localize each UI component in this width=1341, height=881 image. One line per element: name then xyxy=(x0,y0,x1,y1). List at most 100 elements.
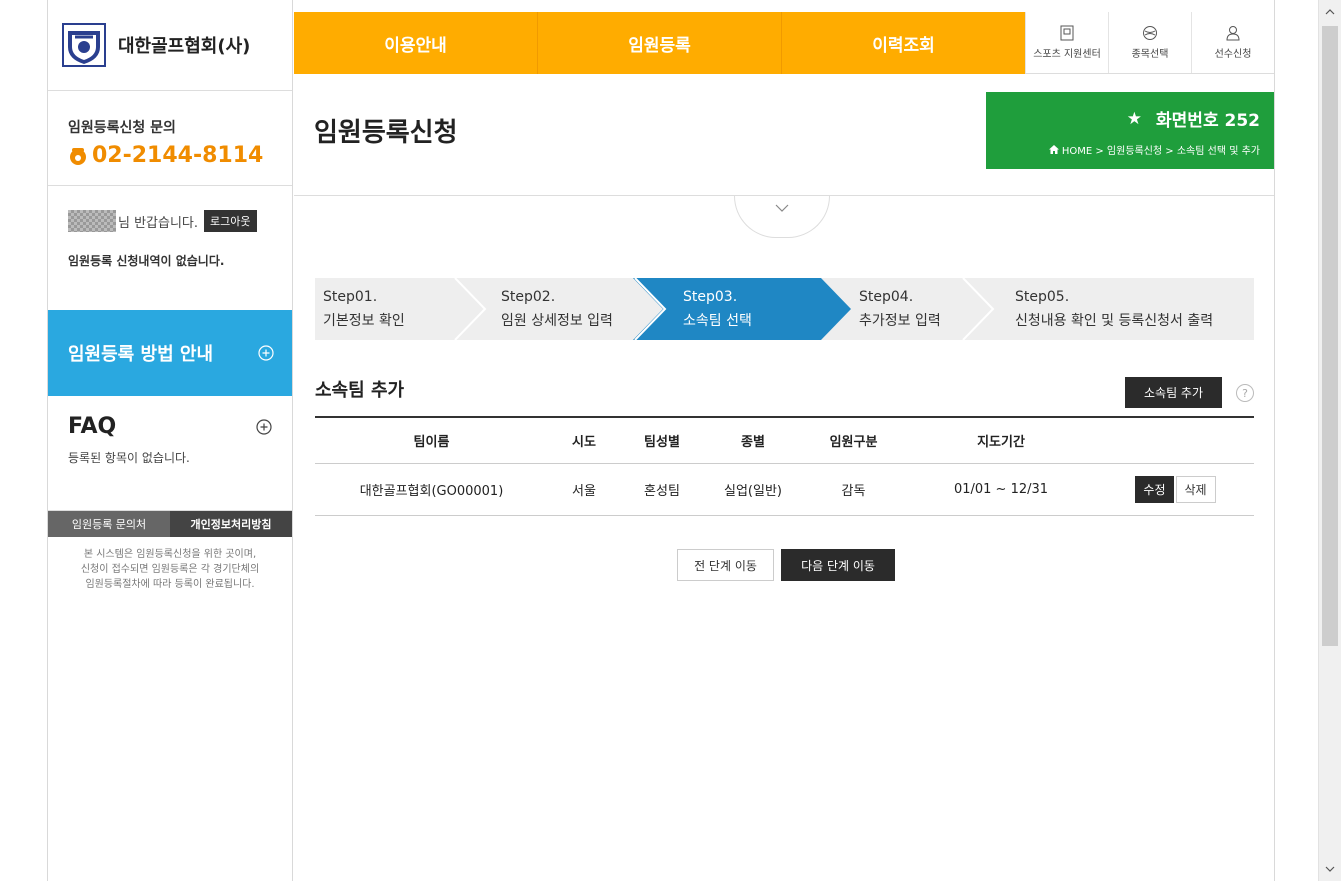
column-header: 지도기간 xyxy=(905,416,1097,464)
page-header: 임원등록신청 ★ 화면번호 252 HOME > 임원등록신청 > 소속팀 선택… xyxy=(294,74,1274,196)
user-greeting: 님 반갑습니다. 로그아웃 xyxy=(68,210,292,232)
notice-line: 신청이 접수되면 임원등록은 각 경기단체의 xyxy=(80,564,260,575)
plus-circle-icon xyxy=(258,345,274,361)
cell-team-gender: 혼성팀 xyxy=(620,463,704,516)
system-notice: 본 시스템은 임원등록신청을 위한 곳이며, 신청이 접수되면 임원등록은 각 … xyxy=(48,537,292,602)
screen-number-text: 화면번호 252 xyxy=(1156,111,1260,131)
ball-icon xyxy=(1143,26,1157,40)
step-number: Step05. xyxy=(1015,289,1070,305)
column-header: 임원구분 xyxy=(802,416,905,464)
greeting-text: 님 반갑습니다. xyxy=(118,215,199,231)
util-label: 종목선택 xyxy=(1131,49,1169,60)
utility-nav: 스포츠 지원센터 종목선택 선수신청 xyxy=(1025,12,1274,74)
screen-number: ★ 화면번호 252 xyxy=(1126,106,1260,132)
chevron-down-icon xyxy=(775,204,789,212)
step-label: 신청내용 확인 및 등록신청서 출력 xyxy=(1015,313,1214,329)
add-team-button[interactable]: 소속팀 추가 xyxy=(1125,377,1222,408)
prev-step-button[interactable]: 전 단계 이동 xyxy=(677,549,774,581)
chevron-down-icon xyxy=(1325,866,1335,872)
nav-item-history[interactable]: 이력조회 xyxy=(782,12,1025,74)
step-number: Step04. xyxy=(859,289,914,305)
contact-phone: 02-2144-8114 xyxy=(68,143,292,168)
step-number: Step01. xyxy=(323,289,378,305)
util-support-center[interactable]: 스포츠 지원센터 xyxy=(1025,12,1108,73)
faq-area: FAQ 등록된 항목이 없습니다. xyxy=(48,396,292,511)
guide-title: 임원등록 방법 안내 xyxy=(68,344,214,365)
chevron-up-icon xyxy=(1325,9,1335,15)
step-01: Step01. 기본정보 확인 xyxy=(323,285,405,333)
section-title: 소속팀 추가 xyxy=(315,380,405,401)
support-center-icon xyxy=(1060,25,1074,41)
nav-item-registration[interactable]: 임원등록 xyxy=(538,12,782,74)
header-collapse-toggle[interactable] xyxy=(734,196,830,238)
notice-line: 임원등록절차에 따라 등록이 완료됩니다. xyxy=(85,579,255,590)
home-icon xyxy=(1048,145,1059,154)
delete-button[interactable]: 삭제 xyxy=(1175,475,1216,503)
phone-icon xyxy=(70,147,86,165)
cell-category: 실업(일반) xyxy=(704,463,802,516)
breadcrumb-text: HOME > 임원등록신청 > 소속팀 선택 및 추가 xyxy=(1061,146,1260,157)
cell-region: 서울 xyxy=(548,463,620,516)
edit-button[interactable]: 수정 xyxy=(1135,475,1174,503)
cell-period: 01/01 ~ 12/31 xyxy=(905,463,1097,516)
table-header-row: 팀이름 시도 팀성별 종별 임원구분 지도기간 xyxy=(315,416,1254,464)
column-header: 팀이름 xyxy=(315,416,548,464)
step-02: Step02. 임원 상세정보 입력 xyxy=(501,285,613,333)
cell-team-name: 대한골프협회(GO00001) xyxy=(315,463,548,516)
contact-area: 임원등록신청 문의 02-2144-8114 xyxy=(48,91,292,186)
person-icon xyxy=(1226,26,1240,41)
column-header: 팀성별 xyxy=(620,416,704,464)
logout-button[interactable]: 로그아웃 xyxy=(204,210,257,232)
team-table: 팀이름 시도 팀성별 종별 임원구분 지도기간 대한골프협회(GO00001) … xyxy=(315,416,1254,516)
step-progress: Step01. 기본정보 확인 Step02. 임원 상세정보 입력 Step0… xyxy=(315,278,1254,340)
page-title: 임원등록신청 xyxy=(314,118,458,148)
util-sport-select[interactable]: 종목선택 xyxy=(1108,12,1191,73)
sidebar-tabs: 임원등록 문의처 개인정보처리방침 xyxy=(48,511,292,537)
main-nav: 이용안내 임원등록 이력조회 xyxy=(294,12,1025,74)
next-step-button[interactable]: 다음 단계 이동 xyxy=(781,549,895,581)
faq-title: FAQ xyxy=(68,414,117,439)
tab-privacy-policy[interactable]: 개인정보처리방침 xyxy=(170,511,292,537)
step-label: 기본정보 확인 xyxy=(323,313,405,329)
cell-actions: 수정 삭제 xyxy=(1097,463,1254,516)
notice-line: 본 시스템은 임원등록신청을 위한 곳이며, xyxy=(83,549,257,560)
no-history-text: 임원등록 신청내역이 없습니다. xyxy=(68,254,225,268)
step-label: 추가정보 입력 xyxy=(859,313,941,329)
contact-phone-number: 02-2144-8114 xyxy=(92,143,264,168)
scroll-thumb[interactable] xyxy=(1322,26,1338,646)
logo-area[interactable]: 대한골프협회(사) xyxy=(48,0,292,91)
screen-info-box: ★ 화면번호 252 HOME > 임원등록신청 > 소속팀 선택 및 추가 xyxy=(986,92,1274,169)
help-icon[interactable]: ? xyxy=(1236,384,1254,402)
step-03-active: Step03. 소속팀 선택 xyxy=(683,285,752,333)
step-label: 임원 상세정보 입력 xyxy=(501,313,613,329)
registration-guide-button[interactable]: 임원등록 방법 안내 xyxy=(48,310,292,396)
util-player-apply[interactable]: 선수신청 xyxy=(1191,12,1274,73)
step-label: 소속팀 선택 xyxy=(683,313,752,329)
faq-header: FAQ xyxy=(68,414,272,439)
page-right-border xyxy=(1274,0,1275,881)
scroll-up-button[interactable] xyxy=(1319,0,1341,24)
util-label: 스포츠 지원센터 xyxy=(1033,49,1101,60)
step-number: Step03. xyxy=(683,289,738,305)
nav-item-usage-guide[interactable]: 이용안내 xyxy=(294,12,538,74)
step-04: Step04. 추가정보 입력 xyxy=(859,285,941,333)
user-area: 님 반갑습니다. 로그아웃 임원등록 신청내역이 없습니다. xyxy=(48,186,292,310)
step-05: Step05. 신청내용 확인 및 등록신청서 출력 xyxy=(1015,285,1213,333)
column-header xyxy=(1097,416,1254,464)
faq-expand-icon[interactable] xyxy=(256,418,272,435)
step-number: Step02. xyxy=(501,289,556,305)
tab-contact[interactable]: 임원등록 문의처 xyxy=(48,511,170,537)
contact-label: 임원등록신청 문의 xyxy=(68,120,176,136)
faq-empty-text: 등록된 항목이 없습니다. xyxy=(68,451,190,465)
cell-officer-type: 감독 xyxy=(802,463,905,516)
masked-username xyxy=(68,210,116,232)
table-row: 대한골프협회(GO00001) 서울 혼성팀 실업(일반) 감독 01/01 ~… xyxy=(315,463,1254,516)
scrollbar[interactable] xyxy=(1318,0,1341,881)
org-name: 대한골프협회(사) xyxy=(118,36,251,57)
breadcrumb: HOME > 임원등록신청 > 소속팀 선택 및 추가 xyxy=(1048,142,1260,157)
scroll-down-button[interactable] xyxy=(1319,857,1341,881)
column-header: 시도 xyxy=(548,416,620,464)
star-icon: ★ xyxy=(1126,108,1143,129)
column-header: 종별 xyxy=(704,416,802,464)
util-label: 선수신청 xyxy=(1214,49,1252,60)
